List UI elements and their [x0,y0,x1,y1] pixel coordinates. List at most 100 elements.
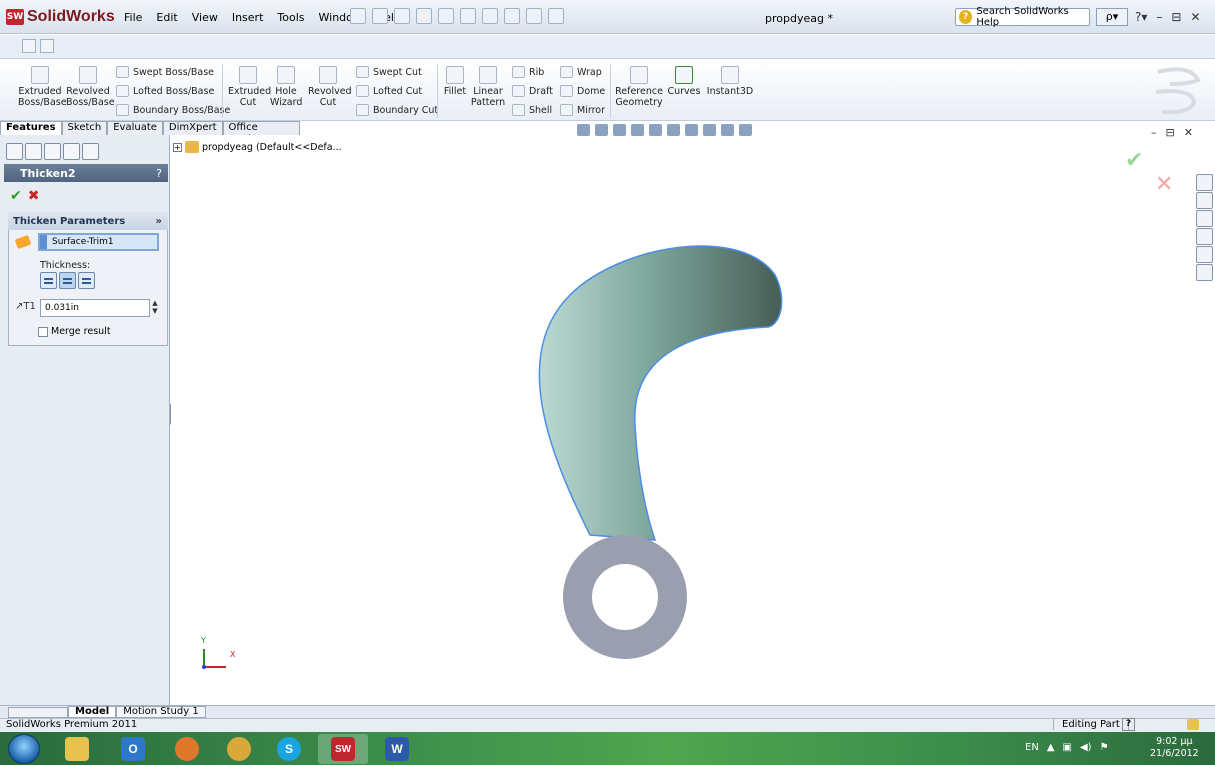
surface-selection-box[interactable]: Surface-Trim1 [38,233,159,251]
lofted-cut-button[interactable]: Lofted Cut [356,85,422,97]
design-library-icon[interactable] [1196,192,1213,209]
solidworks-taskbar-button[interactable]: SW [318,734,368,764]
zoom-to-area-icon[interactable] [595,124,608,136]
boundary-cut-button[interactable]: Boundary Cut [356,104,438,116]
swept-boss-button[interactable]: Swept Boss/Base [116,66,214,78]
merge-result-checkbox[interactable]: Merge result [38,326,111,337]
viewport-restore-button[interactable]: ⊟ [1166,126,1175,139]
chrome-taskbar-button[interactable] [214,734,264,764]
tab-scroll-arrows[interactable] [8,706,68,718]
file-explorer-icon[interactable] [1196,210,1213,227]
tray-expand-icon[interactable]: ▲ [1047,742,1055,753]
confirm-ok-icon[interactable]: ✔ [1125,148,1143,173]
action-center-icon[interactable]: ⚑ [1100,742,1109,753]
clock[interactable]: 9:02 μμ 21/6/2012 [1150,736,1199,760]
firefox-taskbar-button[interactable] [162,734,212,764]
wrap-button[interactable]: Wrap [560,66,602,78]
feature-manager-icon[interactable] [6,143,23,160]
viewport-close-button[interactable]: ✕ [1184,126,1193,139]
display-style-icon[interactable] [667,124,680,136]
view-orientation-icon[interactable] [649,124,662,136]
revolved-boss-button[interactable]: Revolved Boss/Base [66,66,115,108]
display-manager-icon[interactable] [82,143,99,160]
zoom-to-fit-icon[interactable] [577,124,590,136]
scene-icon[interactable] [721,124,734,136]
outlook-taskbar-button[interactable]: O [108,734,158,764]
feature-tree-flyout[interactable]: + propdyeag (Default<<Defa... [173,141,342,153]
menu-tools[interactable]: Tools [275,11,306,24]
section-view-icon[interactable] [631,124,644,136]
save-icon[interactable] [416,8,432,24]
lofted-boss-button[interactable]: Lofted Boss/Base [116,85,214,97]
custom-properties-icon[interactable] [1196,264,1213,281]
word-taskbar-button[interactable]: W [372,734,422,764]
ok-check-icon[interactable]: ✔ [10,188,22,204]
language-indicator[interactable]: EN [1025,742,1039,753]
undo-icon[interactable] [460,8,476,24]
dome-button[interactable]: Dome [560,85,605,97]
collapse-chevron-icon[interactable]: » [156,216,162,227]
options-icon[interactable] [548,8,564,24]
status-notification-icon[interactable] [1187,719,1199,730]
tab-features[interactable]: Features [0,121,62,135]
tab-motion-study[interactable]: Motion Study 1 [116,706,206,718]
tab-sketch[interactable]: Sketch [61,121,108,135]
status-help-icon[interactable]: ? [1122,718,1135,731]
tab-office-products[interactable]: Office Products [222,121,300,145]
start-button-icon[interactable] [8,734,40,764]
mirror-button[interactable]: Mirror [560,104,605,116]
search-help-input[interactable]: ? Search SolidWorks Help [955,6,1090,28]
shell-button[interactable]: Shell [512,104,552,116]
hole-wizard-button[interactable]: Hole Wizard [270,66,302,108]
thicken-both-sides-button[interactable] [59,272,76,289]
extruded-cut-button[interactable]: Extruded Cut [228,66,271,108]
menu-view[interactable]: View [190,11,220,24]
help-menu-button[interactable]: ?▾ [1135,10,1147,24]
extruded-boss-button[interactable]: Extruded Boss/Base [18,66,67,108]
configuration-manager-icon[interactable] [44,143,61,160]
restore-button[interactable]: ⊟ [1171,10,1181,24]
network-icon[interactable]: ▣ [1063,742,1072,753]
new-document-icon[interactable] [372,8,388,24]
file-properties-icon[interactable] [526,8,542,24]
reference-geometry-button[interactable]: Reference Geometry [614,66,664,108]
pin-icon[interactable] [350,8,366,24]
tab-model[interactable]: Model [68,706,117,718]
menu-insert[interactable]: Insert [230,11,266,24]
print-icon[interactable] [438,8,454,24]
boundary-boss-button[interactable]: Boundary Boss/Base [116,104,230,116]
instant3d-button[interactable]: Instant3D [706,66,754,97]
smart-dimension-icon[interactable] [40,39,54,53]
volume-icon[interactable]: ◀) [1080,742,1092,753]
solidworks-logo[interactable]: SW SolidWorks [6,7,115,27]
help-icon[interactable]: ? [156,167,162,180]
confirm-cancel-icon[interactable]: ✕ [1155,172,1173,197]
tab-dimxpert[interactable]: DimXpert [162,121,223,135]
merge-checkbox-box[interactable] [38,326,48,337]
menu-file[interactable]: File [122,11,144,24]
tab-evaluate[interactable]: Evaluate [107,121,163,135]
dimxpert-manager-icon[interactable] [63,143,80,160]
propeller-blade-model[interactable] [510,235,810,665]
expand-icon[interactable]: + [173,142,182,152]
open-icon[interactable] [394,8,410,24]
blade-surface[interactable] [538,245,783,541]
search-button[interactable]: ρ▾ [1096,8,1128,26]
rib-button[interactable]: Rib [512,66,544,78]
previous-view-icon[interactable] [613,124,626,136]
view-settings-icon[interactable] [739,124,752,136]
group-header[interactable]: Thicken Parameters » [8,212,168,230]
close-button[interactable]: ✕ [1190,10,1200,24]
select-icon[interactable] [482,8,498,24]
property-manager-icon[interactable] [25,143,42,160]
minimize-button[interactable]: – [1156,10,1162,24]
sketch-tool-icon[interactable] [22,39,36,53]
swept-cut-button[interactable]: Swept Cut [356,66,422,78]
appearances-icon[interactable] [1196,246,1213,263]
fillet-button[interactable]: Fillet [442,66,468,97]
viewport-minimize-button[interactable]: – [1151,126,1157,139]
revolved-cut-button[interactable]: Revolved Cut [308,66,352,108]
draft-button[interactable]: Draft [512,85,553,97]
rebuild-icon[interactable] [504,8,520,24]
solidworks-resources-icon[interactable] [1196,174,1213,191]
